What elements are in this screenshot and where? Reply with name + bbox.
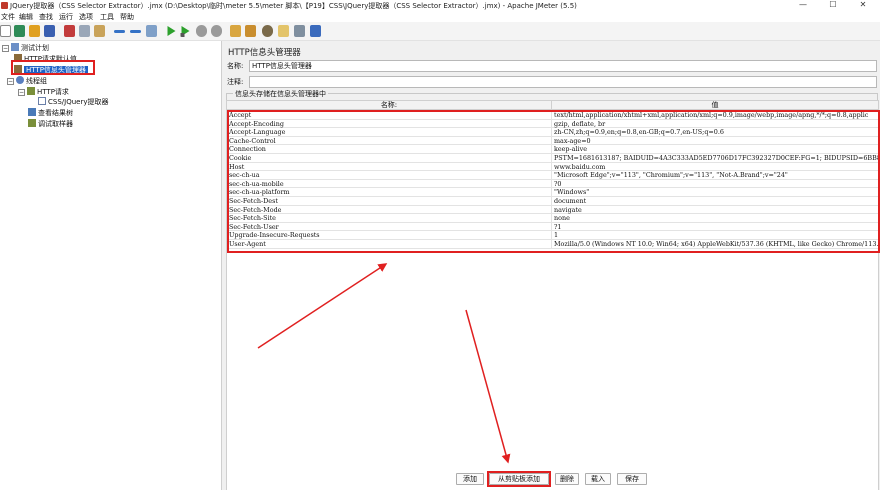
annotation-arrow-to-table [257,263,388,349]
annotation-arrow-to-button [465,309,511,464]
annotation-arrows [257,263,511,464]
